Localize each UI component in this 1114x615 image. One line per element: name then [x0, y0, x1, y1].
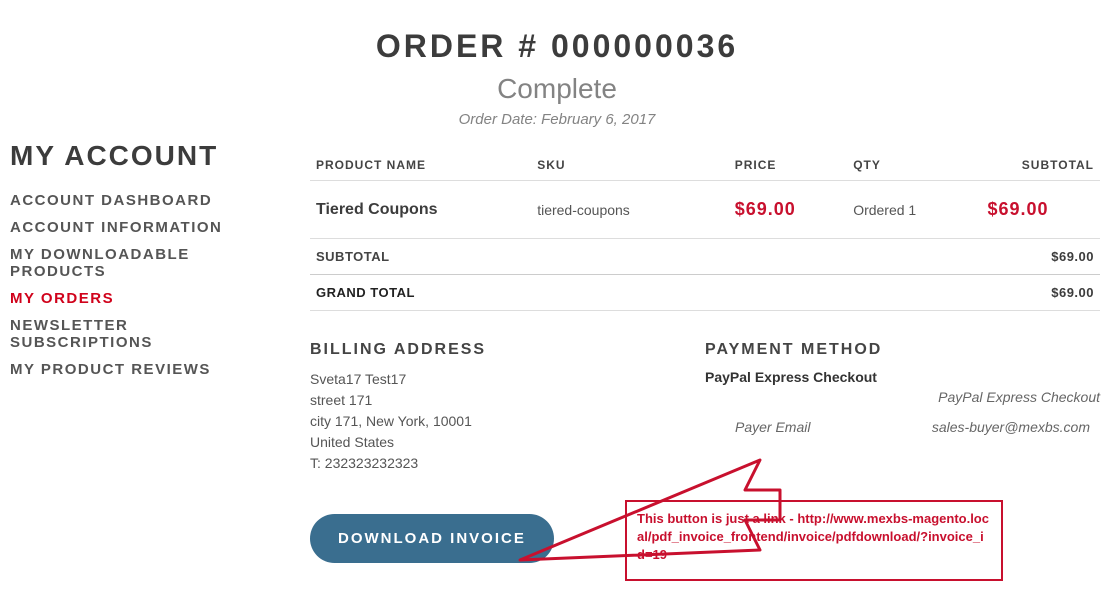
subtotal-label: SUBTOTAL	[310, 239, 981, 275]
cell-price: $69.00	[729, 181, 848, 239]
th-sku: SKU	[531, 150, 729, 181]
th-product: PRODUCT NAME	[310, 150, 531, 181]
payment-subtitle: PayPal Express Checkout	[705, 389, 1100, 405]
order-date: Order Date: February 6, 2017	[0, 111, 1114, 128]
payment-title: PAYMENT METHOD	[705, 341, 1100, 359]
payment-method-name: PayPal Express Checkout	[705, 369, 1100, 385]
sidebar-item-newsletter[interactable]: NEWSLETTER SUBSCRIPTIONS	[10, 317, 270, 351]
annotation-box: This button is just a link - http://www.…	[625, 500, 1003, 581]
cell-qty: Ordered 1	[847, 181, 981, 239]
billing-line: United States	[310, 432, 705, 453]
download-invoice-button[interactable]: DOWNLOAD INVOICE	[310, 514, 554, 563]
billing-line: city 171, New York, 10001	[310, 411, 705, 432]
th-subtotal: SUBTOTAL	[981, 150, 1100, 181]
sidebar-item-information[interactable]: ACCOUNT INFORMATION	[10, 219, 270, 236]
cell-sku: tiered-coupons	[531, 181, 729, 239]
grand-total-value: $69.00	[981, 275, 1100, 311]
grand-total-label: GRAND TOTAL	[310, 275, 981, 311]
account-sidebar: MY ACCOUNT ACCOUNT DASHBOARD ACCOUNT INF…	[10, 140, 270, 388]
billing-address-block: BILLING ADDRESS Sveta17 Test17 street 17…	[310, 341, 705, 474]
cell-subtotal: $69.00	[981, 181, 1100, 239]
sidebar-title: MY ACCOUNT	[10, 140, 270, 172]
subtotal-value: $69.00	[981, 239, 1100, 275]
order-status: Complete	[0, 73, 1114, 105]
sidebar-item-reviews[interactable]: MY PRODUCT REVIEWS	[10, 361, 270, 378]
billing-line: T: 232323232323	[310, 453, 705, 474]
order-info-section: BILLING ADDRESS Sveta17 Test17 street 17…	[310, 341, 1100, 474]
billing-line: Sveta17 Test17	[310, 369, 705, 390]
billing-title: BILLING ADDRESS	[310, 341, 705, 359]
sidebar-item-downloadable[interactable]: MY DOWNLOADABLE PRODUCTS	[10, 246, 270, 280]
payer-email-label: Payer Email	[735, 419, 810, 435]
th-price: PRICE	[729, 150, 848, 181]
payer-email-value: sales-buyer@mexbs.com	[932, 419, 1090, 435]
cell-product-name: Tiered Coupons	[310, 181, 531, 239]
grand-total-row: GRAND TOTAL $69.00	[310, 275, 1100, 311]
order-item-row: Tiered Coupons tiered-coupons $69.00 Ord…	[310, 181, 1100, 239]
order-header: ORDER # 000000036 Complete Order Date: F…	[0, 0, 1114, 128]
order-title: ORDER # 000000036	[0, 28, 1114, 65]
order-items-table: PRODUCT NAME SKU PRICE QTY SUBTOTAL Tier…	[310, 150, 1100, 311]
payment-method-block: PAYMENT METHOD PayPal Express Checkout P…	[705, 341, 1100, 474]
th-qty: QTY	[847, 150, 981, 181]
sidebar-item-orders[interactable]: MY ORDERS	[10, 290, 270, 307]
subtotal-row: SUBTOTAL $69.00	[310, 239, 1100, 275]
billing-line: street 171	[310, 390, 705, 411]
sidebar-item-dashboard[interactable]: ACCOUNT DASHBOARD	[10, 192, 270, 209]
